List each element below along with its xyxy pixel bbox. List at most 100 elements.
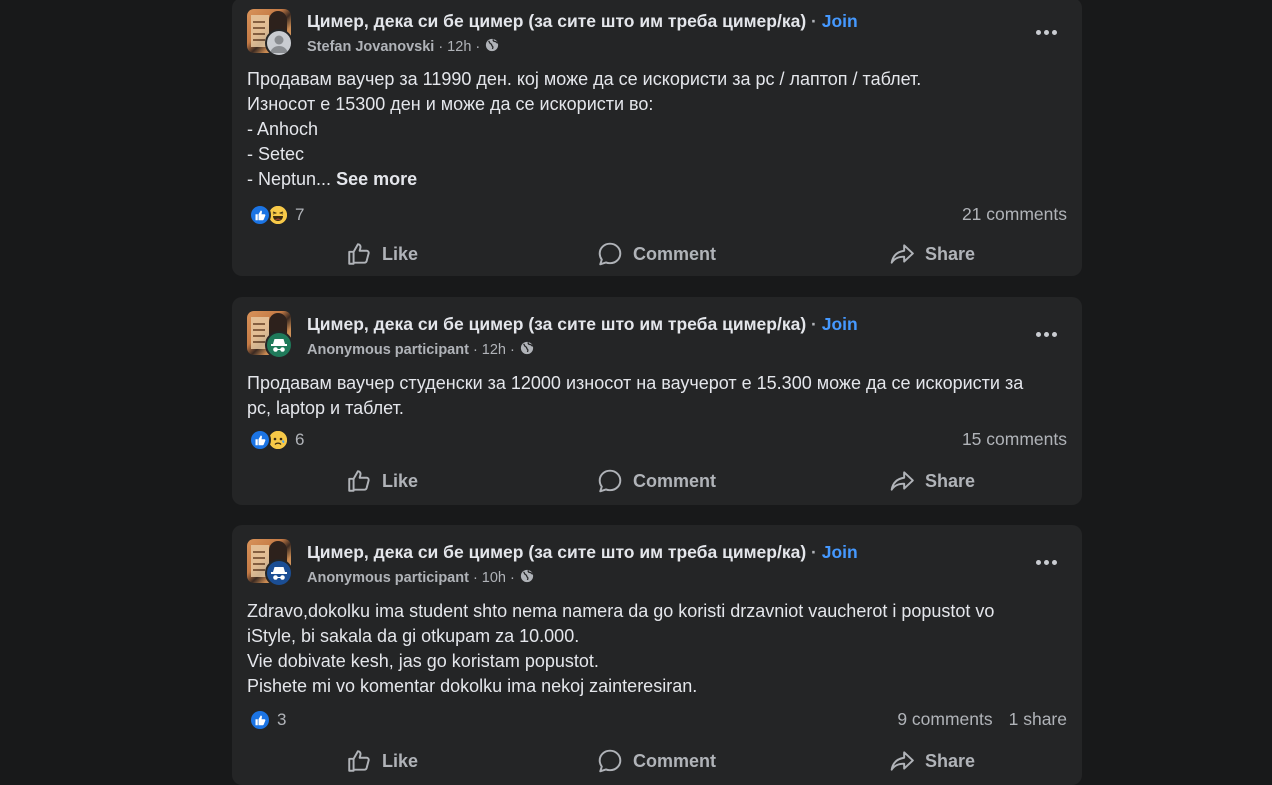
post-line: Pishete mi vo komentar dokolku ima nekoj… <box>247 676 698 696</box>
reaction-count: 3 <box>277 710 287 729</box>
avatar-group[interactable] <box>247 539 293 589</box>
post-time[interactable]: · 12h · <box>473 342 515 358</box>
post-card: Цимер, дека си бе цимер (за сите што им … <box>232 297 1082 505</box>
group-name-link[interactable]: Цимер, дека си бе цимер (за сите што им … <box>307 11 806 31</box>
post-meta: Anonymous participant · 10h · <box>307 569 534 587</box>
join-link[interactable]: Join <box>822 542 858 562</box>
post-line: Продавам ваучер за 11990 ден. кој може д… <box>247 69 922 89</box>
post-time[interactable]: · 12h · <box>438 39 480 55</box>
post-line: Vie dobivate kesh, jas go koristam popus… <box>247 651 599 671</box>
comment-bubble-icon <box>598 749 622 773</box>
comment-label: Comment <box>633 750 717 771</box>
reaction-count: 6 <box>295 430 305 449</box>
comment-button[interactable]: Comment <box>597 236 716 272</box>
globe-icon <box>485 38 499 56</box>
post-card: Цимер, дека си бе цимер (за сите што им … <box>232 525 1082 785</box>
author-name[interactable]: Stefan Jovanovski <box>307 39 434 55</box>
group-title: Цимер, дека си бе цимер (за сите што им … <box>307 542 858 563</box>
comment-button[interactable]: Comment <box>597 743 716 779</box>
share-button[interactable]: Share <box>889 743 975 779</box>
author-name[interactable]: Anonymous participant <box>307 342 469 358</box>
more-options-button[interactable] <box>1032 320 1060 348</box>
group-name-link[interactable]: Цимер, дека си бе цимер (за сите што им … <box>307 314 806 334</box>
engagement-counts: 15 comments <box>962 429 1067 450</box>
post-header: Цимер, дека си бе цимер (за сите што им … <box>232 0 1082 60</box>
thumbs-up-icon <box>348 470 370 492</box>
comment-bubble-icon <box>598 469 622 493</box>
share-label: Share <box>925 243 976 264</box>
shares-count[interactable]: 1 share <box>1009 709 1067 730</box>
like-label: Like <box>382 750 419 771</box>
post-header: Цимер, дека си бе цимер (за сите што им … <box>232 297 1082 359</box>
share-button[interactable]: Share <box>889 463 975 499</box>
post-line: Zdravo,dokolku ima student shto nema nam… <box>247 601 995 621</box>
post-meta: Stefan Jovanovski · 12h · <box>307 38 499 56</box>
reaction-count: 7 <box>295 205 305 224</box>
post-line: - Setec <box>247 144 305 164</box>
join-link[interactable]: Join <box>822 11 858 31</box>
share-button[interactable]: Share <box>889 236 975 272</box>
post-stats: 6 15 comments <box>247 423 1067 457</box>
share-label: Share <box>925 470 976 491</box>
see-more-link[interactable]: See more <box>336 169 417 189</box>
engagement-counts: 21 comments <box>962 204 1067 225</box>
avatar-group[interactable] <box>247 311 293 361</box>
post-header: Цимер, дека си бе цимер (за сите што им … <box>232 525 1082 587</box>
more-options-button[interactable] <box>1032 18 1060 46</box>
join-link[interactable]: Join <box>822 314 858 334</box>
like-reaction-icon <box>249 204 271 226</box>
anonymous-icon <box>271 567 287 580</box>
group-name-link[interactable]: Цимер, дека си бе цимер (за сите што им … <box>307 542 806 562</box>
like-button[interactable]: Like <box>346 236 418 272</box>
group-title: Цимер, дека си бе цимер (за сите што им … <box>307 11 858 32</box>
comment-bubble-icon <box>598 242 622 266</box>
like-reaction-icon <box>249 429 271 451</box>
post-line: pc, laptop и таблет. <box>247 398 404 418</box>
comments-count[interactable]: 9 comments <box>897 709 992 730</box>
post-line: Износот е 15300 ден и може да се искорис… <box>247 94 654 114</box>
post-line-text: - Neptun... <box>247 169 332 189</box>
reactions-summary[interactable]: 6 <box>249 429 304 451</box>
thumbs-up-icon <box>348 243 370 265</box>
author-name[interactable]: Anonymous participant <box>307 570 469 586</box>
comments-count[interactable]: 21 comments <box>962 204 1067 225</box>
share-arrow-icon <box>890 471 914 491</box>
user-avatar[interactable] <box>265 29 293 57</box>
post-stats: 3 9 comments 1 share <box>247 703 1067 737</box>
globe-icon <box>520 569 534 587</box>
post-stats: 7 21 comments <box>247 198 1067 232</box>
post-text: Продавам ваучер студенски за 12000 износ… <box>232 359 1082 421</box>
reactions-summary[interactable]: 3 <box>249 709 286 731</box>
comment-label: Comment <box>633 470 717 491</box>
post-line: iStyle, bi sakala da gi otkupam za 10.00… <box>247 626 580 646</box>
post-meta: Anonymous participant · 12h · <box>307 341 534 359</box>
more-options-button[interactable] <box>1032 548 1060 576</box>
comment-label: Comment <box>633 243 717 264</box>
post-time[interactable]: · 10h · <box>473 570 515 586</box>
post-actions: Like Comment Share <box>247 459 1067 503</box>
group-title: Цимер, дека си бе цимер (за сите што им … <box>307 314 858 335</box>
post-line: - Anhoch <box>247 119 319 139</box>
globe-icon <box>520 341 534 359</box>
share-arrow-icon <box>890 751 914 771</box>
post-line: Продавам ваучер студенски за 12000 износ… <box>247 373 1024 393</box>
default-profile-icon <box>270 35 288 53</box>
title-separator: · <box>811 314 817 334</box>
engagement-counts: 9 comments 1 share <box>897 709 1067 730</box>
post-card: Цимер, дека си бе цимер (за сите што им … <box>232 0 1082 276</box>
reactions-summary[interactable]: 7 <box>249 204 304 226</box>
title-separator: · <box>811 11 817 31</box>
like-label: Like <box>382 243 419 264</box>
avatar-group[interactable] <box>247 9 293 59</box>
comments-count[interactable]: 15 comments <box>962 429 1067 450</box>
post-text: Продавам ваучер за 11990 ден. кој може д… <box>232 60 1082 192</box>
user-avatar[interactable] <box>265 331 293 359</box>
comment-button[interactable]: Comment <box>597 463 716 499</box>
title-separator: · <box>811 542 817 562</box>
post-actions: Like Comment Share <box>247 739 1067 783</box>
like-button[interactable]: Like <box>346 743 418 779</box>
like-label: Like <box>382 470 419 491</box>
user-avatar[interactable] <box>265 559 293 587</box>
like-button[interactable]: Like <box>346 463 418 499</box>
post-text: Zdravo,dokolku ima student shto nema nam… <box>232 587 1082 699</box>
